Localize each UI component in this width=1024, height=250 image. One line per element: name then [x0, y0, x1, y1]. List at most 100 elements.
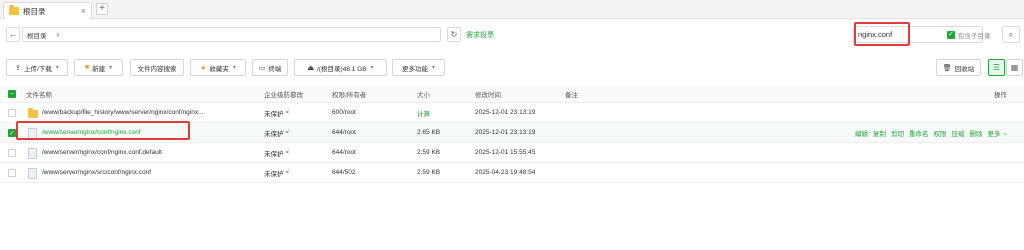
protect-status: 未保护 🔓︎ [264, 143, 289, 162]
protect-label: 未保护 [264, 150, 284, 158]
close-icon[interactable]: × [81, 6, 86, 16]
upload-download-button[interactable]: ⇪ 上传/下载 ▾ [6, 59, 68, 76]
content-search-button[interactable]: 文件内容搜索 [130, 59, 184, 76]
folder-icon [9, 5, 19, 15]
perm-owner[interactable]: 644/502 [332, 163, 356, 182]
rename-action[interactable]: 重命名 [909, 128, 929, 138]
include-subdir-checkbox[interactable]: ✓ 包含子目录 [947, 30, 991, 40]
header-name[interactable]: 文件名称 [26, 86, 52, 102]
header-note: 备注 [565, 92, 578, 99]
file-size: 2.65 KB [417, 129, 441, 136]
disk-button[interactable]: ⏏ /(根目录)48.1 GB ▾ [294, 59, 387, 76]
disk-icon: ⏏ [307, 64, 315, 72]
chevron-down-icon[interactable]: ⌄ [1003, 129, 1008, 137]
more-features-button[interactable]: 更多功能 ▾ [392, 59, 445, 76]
favorites-label: 收藏夹 [209, 65, 229, 73]
header-protect: 企业级防篡改 [264, 92, 303, 99]
modified-time: 2025-12-01 23:13:19 [475, 129, 536, 136]
more-action[interactable]: 更多 [988, 128, 1001, 138]
size-calc-link[interactable]: 计算 [417, 103, 430, 122]
path-input[interactable]: 根目录 › [22, 27, 441, 42]
file-name[interactable]: /www/server/nginx/conf/nginx.conf.defaul… [42, 143, 162, 162]
delete-action[interactable]: 删除 [970, 128, 983, 138]
favorites-button[interactable]: ★ 收藏夹 ▾ [190, 59, 246, 76]
breadcrumb-root[interactable]: 根目录 [27, 30, 47, 40]
lock-icon: 🔓︎ [285, 129, 290, 135]
address-bar: ← 根目录 › ↻ 需求投票 ✓ 包含子目录 ⌕ [0, 22, 1024, 46]
feature-vote-link[interactable]: 需求投票 [466, 30, 494, 40]
modified-time: 2025-12-01 23:13:19 [475, 109, 536, 116]
list-view-button[interactable]: ☰ [988, 59, 1005, 76]
protect-status: 未保护 🔓︎ [264, 123, 289, 142]
search-area: ✓ 包含子目录 ⌕ [853, 22, 1023, 46]
header-actions: 操作 [994, 92, 1007, 99]
chevron-down-icon: ▾ [431, 65, 435, 71]
row-checkbox[interactable] [8, 149, 16, 157]
file-icon [28, 168, 37, 179]
edit-action[interactable]: 编辑 [855, 128, 868, 138]
refresh-button[interactable]: ↻ [447, 27, 461, 42]
file-name[interactable]: /www/backup/file_history/www/server/ngin… [42, 103, 203, 122]
header-size[interactable]: 大小 [417, 86, 430, 102]
new-button[interactable]: ■ 新建 ▾ [74, 59, 123, 76]
protect-label: 未保护 [264, 130, 284, 138]
table-row[interactable]: /www/server/nginx/conf/nginx.conf.defaul… [0, 143, 1024, 163]
chevron-down-icon: ▾ [109, 65, 113, 71]
protect-label: 未保护 [264, 170, 284, 178]
row-checkbox[interactable]: ✓ [8, 129, 16, 137]
toolbar: ⇪ 上传/下载 ▾ ■ 新建 ▾ 文件内容搜索 ★ 收藏夹 ▾ ▭ 终端 ⏏ /… [0, 59, 1024, 77]
upload-icon: ⇪ [15, 64, 22, 72]
perm-owner[interactable]: 644/root [332, 123, 356, 142]
add-tab-button[interactable]: + [96, 3, 108, 15]
perm-owner[interactable]: 600/root [332, 103, 356, 122]
lock-icon: 🔓︎ [285, 149, 290, 155]
chevron-down-icon: ▾ [370, 65, 374, 71]
select-all-checkbox[interactable]: − [8, 90, 16, 98]
tab-strip: 根目录 × + [0, 0, 1024, 19]
permission-action[interactable]: 权限 [934, 128, 947, 138]
protect-status: 未保护 🔓︎ [264, 103, 289, 122]
chevron-right-icon: › [56, 30, 60, 39]
modified-time: 2025-12-01 15:55:45 [475, 149, 536, 156]
tab-root[interactable]: 根目录 × [3, 2, 92, 19]
header-perm[interactable]: 权限/所有者 [332, 86, 366, 102]
header-mtime[interactable]: 修改时间 [475, 86, 501, 102]
back-button[interactable]: ← [6, 27, 20, 42]
table-row-selected[interactable]: ✓ /www/server/nginx/conf/nginx.conf 未保护 🔓… [0, 121, 1024, 143]
table-header: − 文件名称 企业级防篡改 权限/所有者 大小 修改时间 备注 操作 [0, 86, 1024, 103]
terminal-button[interactable]: ▭ 终端 [252, 59, 288, 76]
table-row[interactable]: /www/backup/file_history/www/server/ngin… [0, 103, 1024, 123]
file-name[interactable]: /www/server/nginx/src/conf/nginx.conf [42, 163, 151, 182]
new-label: 新建 [92, 65, 106, 73]
chevron-down-icon: ▾ [232, 65, 236, 71]
new-folder-icon: ■ [84, 64, 90, 71]
terminal-label: 终端 [268, 65, 282, 73]
file-size: 2.59 KB [417, 149, 441, 156]
lock-icon: 🔓︎ [285, 169, 290, 175]
table-row[interactable]: /www/server/nginx/src/conf/nginx.conf 未保… [0, 163, 1024, 183]
grid-view-button[interactable]: ▦ [1006, 59, 1023, 76]
row-checkbox[interactable] [8, 109, 16, 117]
check-icon: ✓ [947, 31, 955, 39]
file-size: 2.59 KB [417, 169, 441, 176]
more-features-label: 更多功能 [401, 65, 428, 73]
row-checkbox[interactable] [8, 169, 16, 177]
protect-status: 未保护 🔓︎ [264, 163, 289, 182]
compress-action[interactable]: 压缩 [952, 128, 965, 138]
row-actions: 编辑 复制 剪切 重命名 权限 压缩 删除 更多 ⌄ [855, 123, 1013, 142]
search-button[interactable]: ⌕ [1002, 26, 1020, 43]
perm-owner[interactable]: 644/root [332, 143, 356, 162]
content-search-label: 文件内容搜索 [137, 65, 177, 73]
recycle-bin-label: 回收站 [954, 65, 975, 73]
disk-label: /(根目录)48.1 GB [317, 65, 367, 73]
cut-action[interactable]: 剪切 [891, 128, 904, 138]
trash-icon: 🗑 [942, 64, 952, 72]
file-name[interactable]: /www/server/nginx/conf/nginx.conf [42, 123, 141, 142]
modified-time: 2025-04-23 19:48:54 [475, 169, 536, 176]
copy-action[interactable]: 复制 [873, 128, 886, 138]
lock-icon: 🔓︎ [285, 109, 290, 115]
folder-icon [28, 108, 38, 118]
file-icon [28, 128, 37, 139]
file-icon [28, 148, 37, 159]
recycle-bin-button[interactable]: 🗑 回收站 [936, 59, 981, 76]
